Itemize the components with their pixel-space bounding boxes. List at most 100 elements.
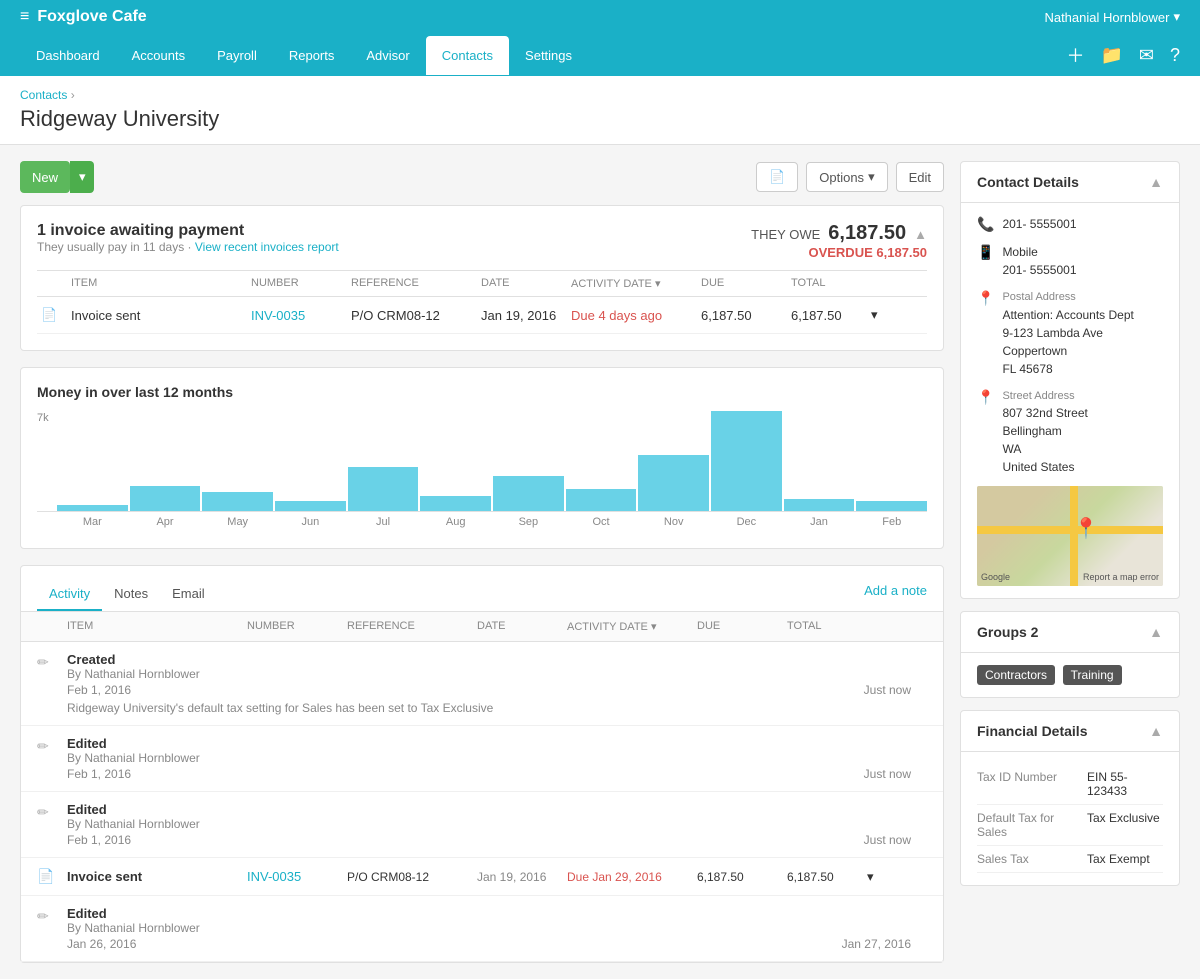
acol-date: DATE xyxy=(477,620,567,633)
groups-title-text: Groups xyxy=(977,624,1027,640)
collapse-icon[interactable]: ▲ xyxy=(914,227,927,242)
chart-bar-jan xyxy=(784,499,855,512)
tab-email[interactable]: Email xyxy=(160,578,217,611)
overdue-amount: 6,187.50 xyxy=(876,245,927,260)
breadcrumb-parent[interactable]: Contacts xyxy=(20,88,67,102)
right-panel: Contact Details ▲ 📞 201- 5555001 📱 Mobil… xyxy=(960,161,1180,963)
overdue-label: OVERDUE xyxy=(808,245,872,260)
chart-bar-feb xyxy=(856,501,927,511)
chart-title: Money in over last 12 months xyxy=(37,384,927,400)
edited-icon-2: ✏ xyxy=(37,802,67,831)
row-total: 6,187.50 xyxy=(787,308,867,323)
tab-activity[interactable]: Activity xyxy=(37,578,102,611)
postal-item: 📍 Postal Address Attention: Accounts Dep… xyxy=(977,289,1163,378)
invoice-row-reference: P/O CRM08-12 xyxy=(347,870,477,884)
activity-row-invoice: 📄 Invoice sent INV-0035 P/O CRM08-12 Jan… xyxy=(21,858,943,896)
contact-details-section: Contact Details ▲ 📞 201- 5555001 📱 Mobil… xyxy=(960,161,1180,599)
group-badge-training[interactable]: Training xyxy=(1063,665,1122,685)
map-report-error[interactable]: Report a map error xyxy=(1083,572,1159,582)
invoice-amount-value: 6,187.50 xyxy=(828,222,906,245)
col-due: DUE xyxy=(697,277,787,290)
invoice-card: 1 invoice awaiting payment They usually … xyxy=(20,205,944,351)
chart-label-apr: Apr xyxy=(130,516,201,528)
financial-row-sales-tax: Sales Tax Tax Exempt xyxy=(977,846,1163,873)
edited-3-date: Jan 26, 2016 xyxy=(67,937,136,951)
group-badge-contractors[interactable]: Contractors xyxy=(977,665,1055,685)
edited-2-date: Feb 1, 2016 xyxy=(67,833,131,847)
toolbar-right: 📄 Options ▾ Edit xyxy=(756,162,944,192)
main-layout: New ▾ 📄 Options ▾ Edit 1 invoice awaitin… xyxy=(0,145,1200,979)
page-title: Ridgeway University xyxy=(20,106,1180,132)
chart-bar-mar xyxy=(57,505,128,511)
main-nav: Dashboard Accounts Payroll Reports Advis… xyxy=(20,34,1180,76)
edited-1-content: Edited By Nathanial Hornblower xyxy=(67,736,927,765)
toolbar: New ▾ 📄 Options ▾ Edit xyxy=(20,161,944,193)
nav-item-payroll[interactable]: Payroll xyxy=(201,36,273,75)
tab-notes[interactable]: Notes xyxy=(102,578,160,611)
financial-content: Tax ID Number EIN 55-123433 Default Tax … xyxy=(961,752,1179,885)
col-number: NUMBER xyxy=(247,277,347,290)
nav-item-reports[interactable]: Reports xyxy=(273,36,351,75)
postal-address: Postal Address Attention: Accounts Dept … xyxy=(1002,289,1133,378)
sales-tax-value: Tax Exempt xyxy=(1087,852,1150,866)
chart-y-max: 7k xyxy=(37,412,49,424)
street-address: Street Address 807 32nd Street Bellingha… xyxy=(1002,388,1087,477)
contact-details-content: 📞 201- 5555001 📱 Mobile 201- 5555001 📍 P… xyxy=(961,203,1179,598)
file-button[interactable]: 📄 xyxy=(756,162,798,192)
new-button[interactable]: New xyxy=(20,161,70,193)
col-total: TOTAL xyxy=(787,277,867,290)
chart-label-mar: Mar xyxy=(57,516,128,528)
invoice-title-area: 1 invoice awaiting payment They usually … xyxy=(37,222,339,266)
user-menu[interactable]: Nathanial Hornblower ▾ xyxy=(1044,9,1180,25)
financial-section: Financial Details ▲ Tax ID Number EIN 55… xyxy=(960,710,1180,886)
financial-toggle[interactable]: ▲ xyxy=(1149,723,1163,739)
postal-icon: 📍 xyxy=(977,290,994,307)
options-button[interactable]: Options ▾ xyxy=(806,162,887,192)
financial-header: Financial Details ▲ xyxy=(961,711,1179,752)
edited-2-content: Edited By Nathanial Hornblower xyxy=(67,802,927,831)
street-line2: Bellingham xyxy=(1002,422,1087,440)
edit-button[interactable]: Edit xyxy=(896,162,944,192)
chart-bar-may xyxy=(202,492,273,511)
activity-row-edited-2: ✏ Edited By Nathanial Hornblower Feb 1, … xyxy=(21,792,943,858)
nav-item-contacts[interactable]: Contacts xyxy=(426,36,509,75)
row-expand[interactable]: ▾ xyxy=(867,307,897,323)
logo-icon: ≡ xyxy=(20,8,29,26)
email-icon[interactable]: ✉ xyxy=(1139,45,1154,66)
new-dropdown-button[interactable]: ▾ xyxy=(70,161,94,193)
contact-details-toggle[interactable]: ▲ xyxy=(1149,174,1163,190)
header-top: ≡ Foxglove Cafe Nathanial Hornblower ▾ xyxy=(20,0,1180,34)
edited-2-by: By Nathanial Hornblower xyxy=(67,817,927,831)
help-icon[interactable]: ? xyxy=(1170,45,1180,66)
created-content: Created By Nathanial Hornblower xyxy=(67,652,927,681)
street-item: 📍 Street Address 807 32nd Street Belling… xyxy=(977,388,1163,477)
chart-bars xyxy=(37,412,927,512)
taxid-value: EIN 55-123433 xyxy=(1087,770,1163,798)
financial-row-taxid: Tax ID Number EIN 55-123433 xyxy=(977,764,1163,805)
chart-label-oct: Oct xyxy=(566,516,637,528)
breadcrumb-separator: › xyxy=(71,88,75,102)
add-button[interactable]: ＋ xyxy=(1066,42,1084,68)
created-icon: ✏ xyxy=(37,652,67,681)
nav-item-dashboard[interactable]: Dashboard xyxy=(20,36,116,75)
invoice-number-link[interactable]: INV-0035 xyxy=(251,308,305,323)
nav-item-accounts[interactable]: Accounts xyxy=(116,36,201,75)
nav-item-advisor[interactable]: Advisor xyxy=(350,36,425,75)
chart-bar-nov xyxy=(638,455,709,511)
invoice-header: 1 invoice awaiting payment They usually … xyxy=(37,222,927,266)
invoice-row-activity-date: Due Jan 29, 2016 xyxy=(567,870,697,884)
add-note-link[interactable]: Add a note xyxy=(864,583,927,606)
view-recent-invoices-link[interactable]: View recent invoices report xyxy=(195,240,339,254)
groups-toggle[interactable]: ▲ xyxy=(1149,624,1163,640)
invoice-row-expand[interactable]: ▾ xyxy=(867,869,897,885)
activity-row-created: ✏ Created By Nathanial Hornblower Feb 1,… xyxy=(21,642,943,726)
mobile-label: Mobile xyxy=(1002,243,1076,261)
invoice-title: 1 invoice awaiting payment xyxy=(37,222,339,240)
invoice-row-number-link[interactable]: INV-0035 xyxy=(247,869,301,884)
folder-icon[interactable]: 📁 xyxy=(1100,45,1122,66)
nav-item-settings[interactable]: Settings xyxy=(509,36,588,75)
chart-bar-dec xyxy=(711,411,782,511)
chart-label-sep: Sep xyxy=(493,516,564,528)
activity-tabs: Activity Notes Email Add a note xyxy=(21,566,943,612)
groups-title: Groups 2 xyxy=(977,624,1038,640)
